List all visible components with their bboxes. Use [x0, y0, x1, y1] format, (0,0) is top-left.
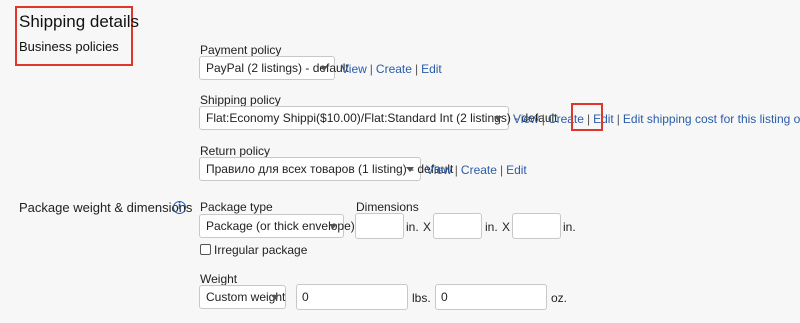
- chevron-down-icon: [271, 295, 279, 300]
- dimension-height-unit: in.: [563, 220, 576, 234]
- return-create-link[interactable]: Create: [461, 163, 497, 177]
- payment-create-link[interactable]: Create: [376, 62, 412, 76]
- chevron-down-icon: [329, 224, 337, 229]
- payment-policy-links: View | Create | Edit: [341, 62, 442, 76]
- return-policy-value: Правило для всех товаров (1 listing) - d…: [206, 162, 454, 176]
- separator: |: [541, 112, 545, 126]
- return-policy-links: View | Create | Edit: [426, 163, 527, 177]
- weight-lbs-input[interactable]: 0: [296, 284, 408, 310]
- section-subtitle: Business policies: [19, 39, 119, 54]
- dimension-height-input[interactable]: [512, 213, 561, 239]
- chevron-down-icon: [406, 167, 414, 172]
- weight-type-select[interactable]: Custom weight: [199, 285, 286, 309]
- shipping-policy-links: View | Create | Edit | Edit shipping cost for …: [513, 112, 800, 126]
- weight-lbs-unit: lbs.: [412, 291, 431, 305]
- chevron-down-icon: [320, 66, 328, 71]
- irregular-package-label: Irregular package: [214, 243, 308, 257]
- payment-edit-link[interactable]: Edit: [421, 62, 442, 76]
- separator: |: [616, 112, 620, 126]
- payment-policy-select[interactable]: PayPal (2 listings) - default: [199, 56, 349, 80]
- dimension-width-unit: in.: [485, 220, 498, 234]
- dimension-x-sep: X: [423, 220, 432, 234]
- separator: |: [414, 62, 419, 76]
- page-title: Shipping details: [19, 12, 140, 31]
- chevron-down-icon: [494, 116, 502, 121]
- irregular-package-checkbox[interactable]: [200, 244, 211, 255]
- separator: |: [454, 163, 458, 177]
- weight-lbs-value: 0: [302, 290, 309, 304]
- shipping-policy-label: Shipping policy: [200, 93, 281, 107]
- dimension-length-input[interactable]: [355, 213, 404, 239]
- separator: |: [499, 163, 504, 177]
- weight-oz-value: 0: [441, 290, 448, 304]
- package-section-label: Package weight & dimensions: [19, 200, 193, 215]
- highlight-box-edit: [571, 103, 603, 131]
- shipping-policy-select[interactable]: Flat:Economy Shippi($10.00)/Flat:Standar…: [199, 106, 558, 130]
- dimension-x-sep: X: [502, 220, 511, 234]
- info-icon[interactable]: i: [173, 201, 186, 214]
- dimension-width-input[interactable]: [433, 213, 482, 239]
- shipping-view-link[interactable]: View: [513, 112, 539, 126]
- edit-shipping-cost-link[interactable]: Edit shipping cost for this listing only: [623, 112, 800, 126]
- dimensions-label: Dimensions: [356, 200, 419, 214]
- return-view-link[interactable]: View: [426, 163, 452, 177]
- separator: |: [369, 62, 373, 76]
- dimension-length-unit: in.: [406, 220, 419, 234]
- payment-policy-label: Payment policy: [200, 43, 282, 57]
- return-edit-link[interactable]: Edit: [506, 163, 527, 177]
- return-policy-select[interactable]: Правило для всех товаров (1 listing) - d…: [199, 157, 453, 181]
- weight-label: Weight: [200, 272, 238, 286]
- package-type-label: Package type: [200, 200, 273, 214]
- weight-oz-input[interactable]: 0: [435, 284, 547, 310]
- shipping-policy-value: Flat:Economy Shippi($10.00)/Flat:Standar…: [206, 111, 558, 125]
- return-policy-label: Return policy: [200, 144, 271, 158]
- package-type-select[interactable]: Package (or thick envelope): [199, 214, 355, 238]
- payment-view-link[interactable]: View: [341, 62, 367, 76]
- weight-oz-unit: oz.: [551, 291, 568, 305]
